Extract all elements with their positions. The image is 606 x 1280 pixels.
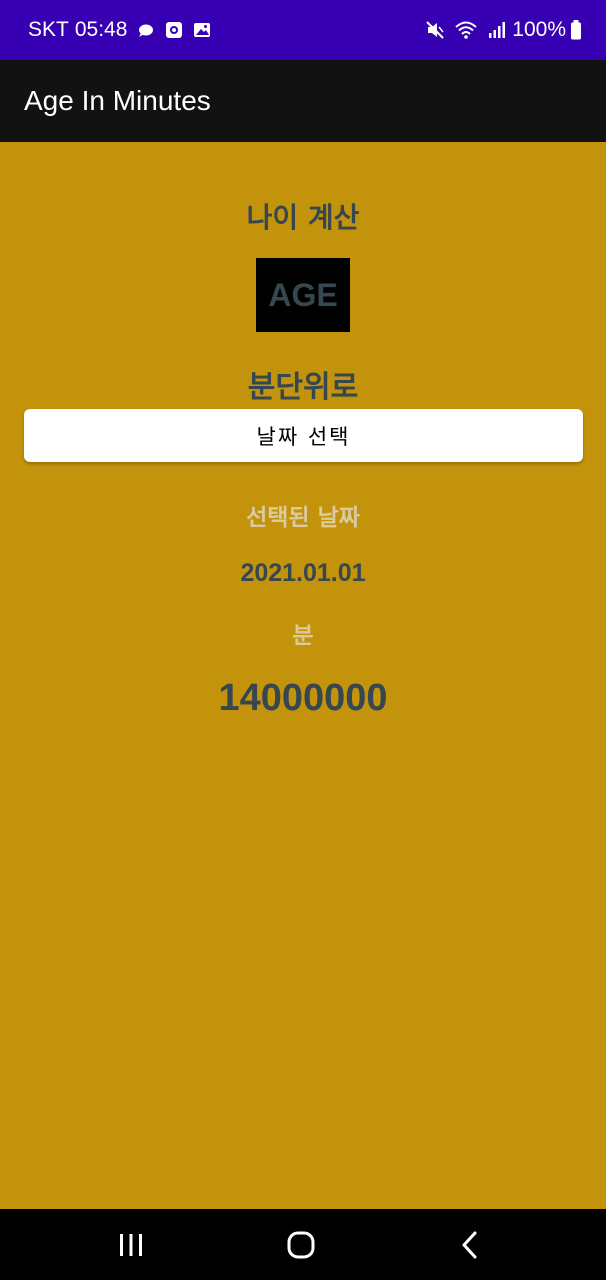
- battery-percent: 100%: [512, 18, 566, 41]
- battery-icon: [570, 20, 582, 40]
- selected-date-value: 2021.01.01: [240, 559, 366, 587]
- minutes-label: 분: [292, 623, 314, 649]
- recent-apps-icon: [120, 1233, 142, 1256]
- gallery-icon: [193, 21, 211, 39]
- mute-icon: [426, 20, 444, 40]
- age-logo-text: AGE: [268, 276, 338, 313]
- selected-date-label: 선택된 날짜: [246, 505, 360, 531]
- page-subtitle: 분단위로: [247, 370, 359, 405]
- status-left: SKT 05:48: [28, 18, 211, 42]
- clock-time: 05:48: [74, 18, 128, 41]
- navigation-bar: [0, 1209, 606, 1280]
- status-bar: SKT 05:48 100%: [0, 0, 606, 60]
- signal-icon: [488, 21, 506, 39]
- back-button[interactable]: [420, 1209, 520, 1280]
- screen-record-icon: [165, 21, 183, 39]
- wifi-icon: [454, 20, 478, 40]
- status-right: 100%: [426, 18, 582, 42]
- age-logo: AGE: [256, 258, 350, 332]
- recent-apps-button[interactable]: [81, 1209, 181, 1280]
- app-bar: Age In Minutes: [0, 60, 606, 142]
- chat-bubble-icon: [137, 22, 155, 38]
- select-date-button[interactable]: 날짜 선택: [24, 409, 583, 462]
- minutes-value: 14000000: [218, 677, 388, 719]
- page-title: 나이 계산: [246, 201, 360, 234]
- back-icon: [462, 1231, 477, 1258]
- main-content: 나이 계산 AGE 분단위로 날짜 선택 선택된 날짜 2021.01.01 분…: [0, 142, 606, 1209]
- home-icon: [287, 1231, 315, 1258]
- app-title: Age In Minutes: [24, 85, 211, 116]
- carrier-label: SKT: [28, 18, 69, 41]
- home-button[interactable]: [251, 1209, 351, 1280]
